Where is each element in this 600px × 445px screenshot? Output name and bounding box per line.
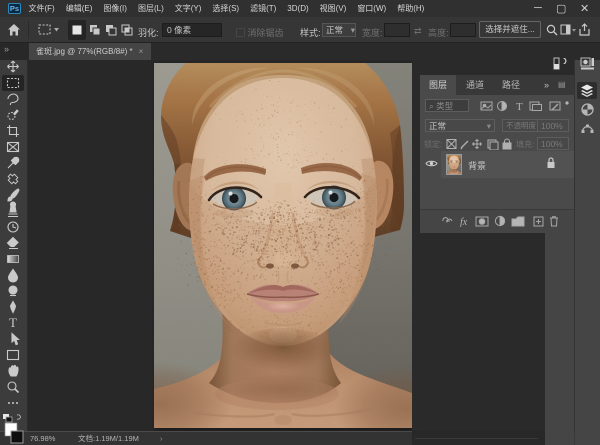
svg-text:T: T (9, 315, 17, 330)
svg-text:fx: fx (460, 217, 468, 227)
svg-text:T: T (516, 101, 523, 112)
